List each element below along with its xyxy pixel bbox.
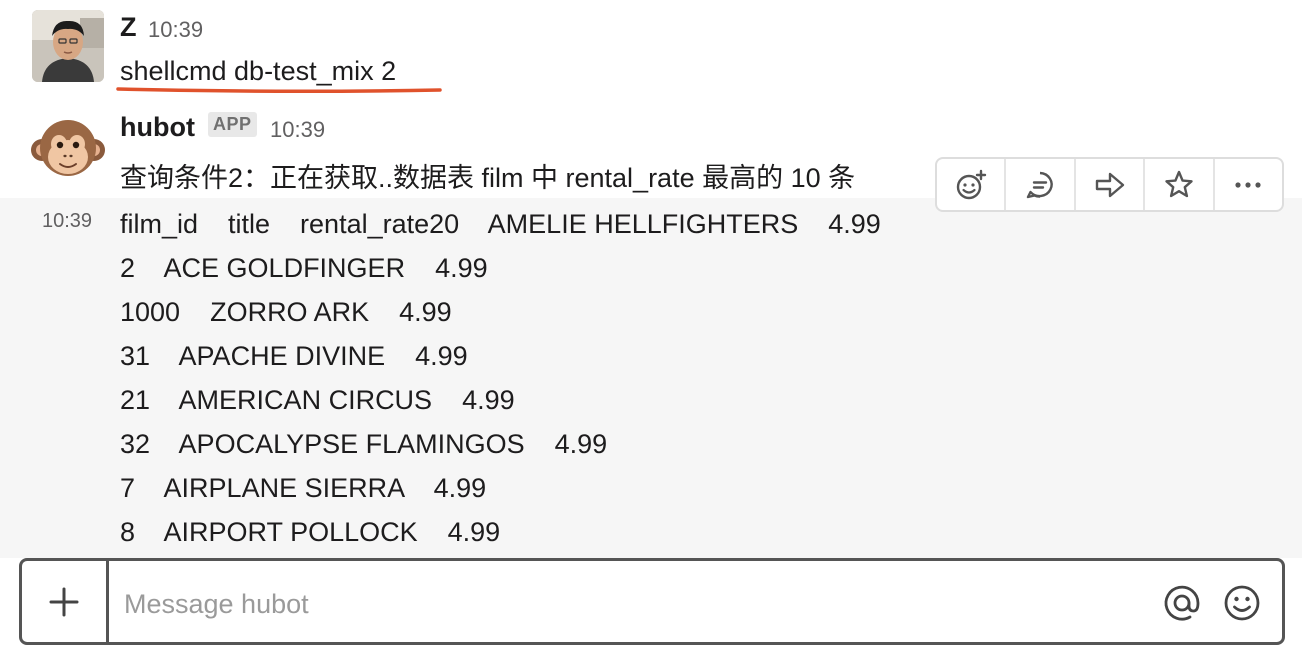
more-actions-icon (1235, 181, 1261, 188)
app-badge: APP (208, 112, 257, 137)
emoji-icon[interactable] (1222, 583, 1262, 623)
share-message-icon (1095, 172, 1124, 197)
message-text: 查询条件2：正在获取..数据表 film 中 rental_rate 最高的 1… (120, 163, 856, 193)
share-message-button[interactable] (1076, 159, 1146, 210)
add-reaction-button[interactable] (937, 159, 1007, 210)
result-row: 1000 ZORRO ARK 4.99 (120, 297, 452, 327)
message-input[interactable] (122, 583, 1146, 625)
plus-icon (49, 587, 79, 616)
attach-button[interactable] (22, 561, 109, 642)
mention-icon[interactable] (1162, 583, 1202, 623)
message-text: shellcmd db-test_mix 2 (120, 56, 397, 86)
result-row: 8 AIRPORT POLLOCK 4.99 (120, 517, 501, 547)
reply-in-thread-button[interactable] (1006, 159, 1076, 210)
annotation-underline (116, 87, 442, 94)
result-row: 32 APOCALYPSE FLAMINGOS 4.99 (120, 429, 608, 459)
result-row: 2 ACE GOLDFINGER 4.99 (120, 253, 488, 283)
save-message-button[interactable] (1145, 159, 1215, 210)
add-reaction-icon (956, 169, 986, 199)
result-row: film_id title rental_rate20 AMELIE HELLF… (120, 209, 881, 239)
message-timestamp[interactable]: 10:39 (42, 210, 92, 233)
message-composer (19, 558, 1285, 645)
avatar-hubot-monkey[interactable] (30, 112, 106, 188)
message-timestamp[interactable]: 10:39 (270, 117, 325, 143)
message-author[interactable]: Z (120, 12, 137, 43)
hovered-message-background[interactable] (0, 198, 1302, 558)
chat-view: Z 10:39 shellcmd db-test_mix 2 hubot APP… (0, 0, 1302, 670)
more-actions-button[interactable] (1215, 159, 1282, 210)
save-star-icon (1165, 170, 1193, 197)
result-row: 31 APACHE DIVINE 4.99 (120, 341, 468, 371)
message-author[interactable]: hubot (120, 112, 195, 143)
message-actions-toolbar (935, 157, 1284, 212)
reply-in-thread-icon (1026, 171, 1053, 198)
avatar-user-z[interactable] (32, 10, 104, 82)
result-row: 21 AMERICAN CIRCUS 4.99 (120, 385, 515, 415)
result-row: 7 AIRPLANE SIERRA 4.99 (120, 473, 487, 503)
message-timestamp[interactable]: 10:39 (148, 17, 203, 43)
